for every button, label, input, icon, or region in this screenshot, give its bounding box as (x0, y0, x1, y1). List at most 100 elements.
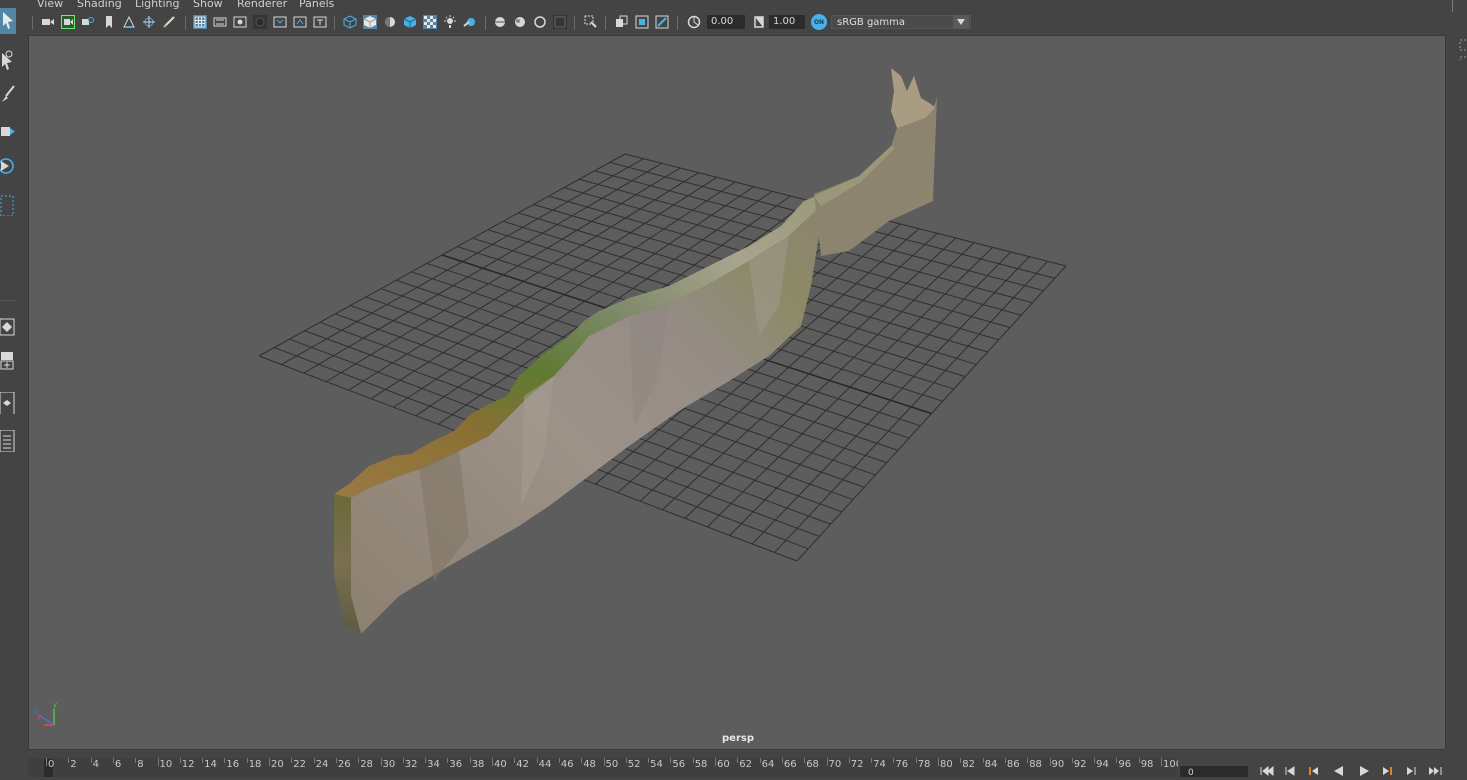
timeline-tick (291, 758, 293, 763)
timeline-tick-label: 98 (1140, 759, 1154, 770)
screen-space-ao-icon[interactable] (463, 15, 477, 29)
timeline-tick (759, 758, 761, 763)
go-to-start-icon[interactable] (1258, 765, 1276, 777)
color-management-toggle[interactable]: ON (811, 14, 827, 30)
timeline-tick-label: 62 (739, 759, 753, 770)
use-all-lights-icon[interactable] (423, 15, 437, 29)
timeline-tick (135, 758, 137, 763)
xray-icon[interactable] (584, 15, 598, 29)
go-to-end-icon[interactable] (1426, 765, 1444, 777)
depth-of-field-icon[interactable] (533, 15, 547, 29)
timeline-tick-label: 52 (627, 759, 641, 770)
step-forward-frame-icon[interactable] (1378, 765, 1396, 777)
paint-select-tool-icon[interactable] (0, 82, 16, 108)
exposure-icon[interactable] (687, 15, 701, 29)
default-material-icon[interactable] (383, 15, 397, 29)
safe-title-icon[interactable] (313, 15, 327, 29)
hud-icon[interactable] (655, 15, 669, 29)
timeline-tick (425, 758, 427, 763)
timeline-tick (90, 758, 92, 763)
menu-shading[interactable]: Shading (77, 0, 122, 10)
safe-action-icon[interactable] (293, 15, 307, 29)
step-back-key-icon[interactable] (1282, 765, 1300, 777)
timeline-tick-label: 92 (1073, 759, 1087, 770)
xray-joints-icon[interactable] (615, 15, 629, 29)
exposure-field[interactable]: 0.00 (707, 15, 745, 29)
timeline-tick-label: 86 (1006, 759, 1020, 770)
chevron-down-icon[interactable] (953, 15, 969, 29)
timeline-tick (402, 758, 404, 763)
timeline-tick (1027, 758, 1029, 763)
timeline-tick (46, 758, 47, 766)
timeline-tick (982, 758, 984, 763)
menu-renderer[interactable]: Renderer (237, 0, 287, 10)
gate-mask-icon[interactable] (253, 15, 267, 29)
timeline-tick-label: 28 (360, 759, 373, 770)
select-camera-icon[interactable] (41, 15, 55, 29)
wireframe-icon[interactable] (343, 15, 357, 29)
perspective-viewport[interactable]: y x z persp (28, 35, 1446, 750)
panel-menubar: View Shading Lighting Show Renderer Pane… (28, 0, 1448, 12)
shadows-icon[interactable] (443, 15, 457, 29)
axis-label-z: z (35, 708, 39, 716)
image-plane-icon[interactable] (102, 15, 116, 29)
film-gate-icon[interactable] (213, 15, 227, 29)
menu-lighting[interactable]: Lighting (135, 0, 179, 10)
resolution-gate-icon[interactable] (233, 15, 247, 29)
timeline-tick (893, 758, 895, 763)
persp-outliner-layout-icon[interactable] (0, 390, 16, 416)
timeline-tick-label: 12 (181, 759, 195, 770)
pencil-icon[interactable] (162, 15, 176, 29)
play-forwards-icon[interactable] (1354, 765, 1372, 777)
menu-view[interactable]: View (37, 0, 63, 10)
timeline-tick (558, 758, 560, 763)
timeline-tick-label: 16 (226, 759, 240, 770)
move-tool-icon[interactable] (0, 118, 16, 144)
camera-attributes-icon[interactable] (61, 15, 75, 29)
timeline-tick-label: 96 (1118, 759, 1132, 770)
motion-blur-icon[interactable] (493, 15, 507, 29)
multisample-aa-icon[interactable] (513, 15, 527, 29)
toolbox-divider (0, 300, 16, 301)
gamma-field[interactable]: 1.00 (769, 15, 805, 29)
timeline-tick-label: 14 (204, 759, 217, 770)
step-back-frame-icon[interactable] (1306, 765, 1324, 777)
menu-show[interactable]: Show (193, 0, 223, 10)
bookmark-icon[interactable] (81, 15, 95, 29)
select-tool-icon[interactable] (0, 8, 16, 34)
textured-icon[interactable] (403, 15, 417, 29)
lasso-tool-icon[interactable] (0, 48, 16, 74)
step-forward-key-icon[interactable] (1402, 765, 1420, 777)
timeline-tick-label: 68 (806, 759, 819, 770)
isolate-select-icon[interactable] (553, 15, 567, 29)
viewport-canvas[interactable]: y x z (29, 36, 1446, 750)
timeline-tick-label: 46 (560, 759, 574, 770)
timeline-tick (915, 758, 917, 763)
xray-components-icon[interactable] (635, 15, 649, 29)
view-transform-select[interactable]: sRGB gamma (831, 15, 971, 29)
field-chart-icon[interactable] (273, 15, 287, 29)
four-view-layout-icon[interactable] (0, 346, 16, 372)
timeline-tick (358, 758, 360, 763)
smooth-shade-icon[interactable] (363, 15, 377, 29)
play-backwards-icon[interactable] (1330, 765, 1348, 777)
timeline-tick-label: 36 (449, 759, 463, 770)
single-view-layout-icon[interactable] (0, 314, 16, 340)
time-slider[interactable]: 0 2 4 6 8 10 12 14 16 18 20 22 24 26 28 30 32 34 36 38 40 42 4… (28, 758, 1178, 777)
timeline-tick-label: 34 (427, 759, 440, 770)
menu-panels[interactable]: Panels (299, 0, 334, 10)
outliner-layout-icon[interactable] (0, 428, 16, 454)
current-frame-field[interactable]: 0 (1180, 766, 1248, 778)
timeline-tick (648, 758, 650, 763)
grease-pencil-icon[interactable] (142, 15, 156, 29)
scale-tool-icon[interactable] (0, 192, 16, 218)
timeline-tick (804, 758, 806, 763)
terrain-mesh[interactable] (334, 68, 937, 634)
2d-pan-zoom-icon[interactable] (122, 15, 136, 29)
timeline-tick-label: 42 (516, 759, 530, 770)
gamma-icon[interactable] (752, 15, 766, 29)
rotate-tool-icon[interactable] (0, 153, 16, 179)
timeline-tick-label: 10 (159, 759, 173, 770)
grid-icon[interactable] (193, 15, 207, 29)
timeline-tick (1049, 758, 1051, 766)
